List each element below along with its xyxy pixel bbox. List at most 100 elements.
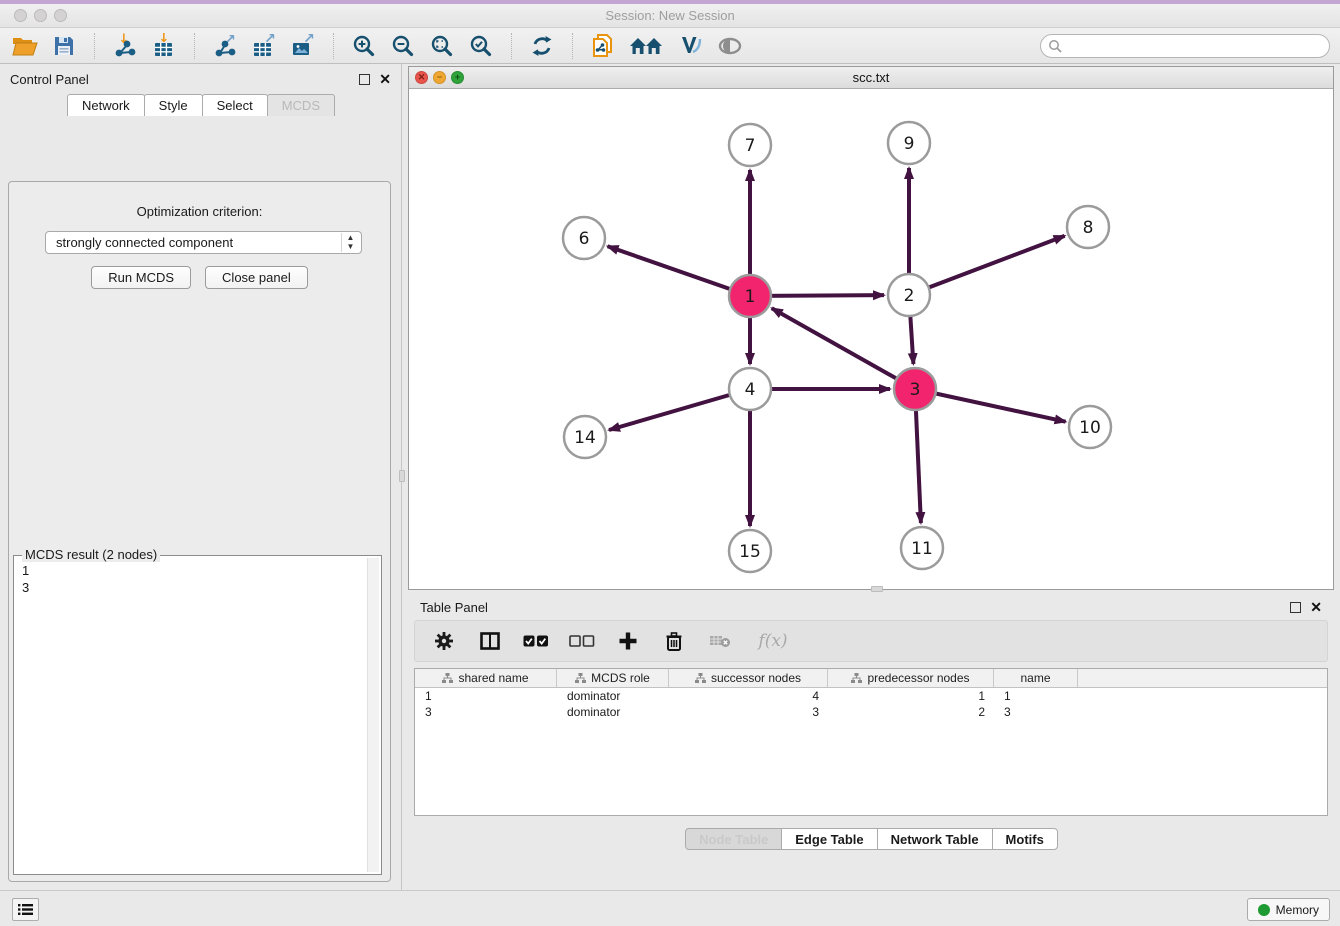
- cell-predecessor-nodes[interactable]: 1: [828, 688, 994, 704]
- tab-mcds[interactable]: MCDS: [267, 94, 335, 116]
- column-type-icon: [695, 673, 706, 683]
- gear-icon[interactable]: [431, 628, 457, 654]
- table-row[interactable]: 3 dominator 3 2 3: [415, 704, 1327, 720]
- column-header-name[interactable]: name: [994, 669, 1078, 687]
- window-titlebar[interactable]: Session: New Session: [0, 4, 1340, 28]
- import-table-icon[interactable]: ↓: [149, 32, 179, 60]
- table-panel-title: Table Panel: [420, 600, 488, 615]
- table-header-row: shared name MCDS role successor nodes pr…: [415, 669, 1327, 688]
- graph-node-8[interactable]: 8: [1067, 206, 1109, 248]
- cell-successor-nodes[interactable]: 3: [669, 704, 828, 720]
- select-stepper-icon[interactable]: ▲▼: [341, 233, 359, 252]
- optimization-criterion-label: Optimization criterion:: [9, 204, 390, 219]
- network-window-titlebar[interactable]: ✕ − + scc.txt: [409, 67, 1333, 89]
- cell-successor-nodes[interactable]: 4: [669, 688, 828, 704]
- cell-shared-name[interactable]: 3: [415, 704, 557, 720]
- graph-node-1[interactable]: 1: [729, 275, 771, 317]
- add-column-icon[interactable]: [615, 628, 641, 654]
- graph-node-14[interactable]: 14: [564, 416, 606, 458]
- graph-edge-3-1[interactable]: [772, 308, 915, 389]
- function-icon[interactable]: f(x): [753, 628, 793, 654]
- copy-network-icon[interactable]: [588, 32, 618, 60]
- main-toolbar: ↓ ↓ ↗ ↗ ↗: [0, 28, 1340, 64]
- tab-network-table[interactable]: Network Table: [877, 828, 993, 850]
- graph-node-6[interactable]: 6: [563, 217, 605, 259]
- window-title: Session: New Session: [0, 8, 1340, 23]
- network-graph[interactable]: 7 9 6 8 1 2 4 3 14 10 15 11: [409, 89, 1333, 589]
- task-history-button[interactable]: [12, 898, 39, 921]
- table-panel: Table Panel ✕ f(x): [408, 594, 1334, 890]
- graph-node-label: 7: [745, 136, 756, 156]
- column-header-shared-name[interactable]: shared name: [415, 669, 557, 687]
- deselect-all-icon[interactable]: [569, 628, 595, 654]
- graph-node-7[interactable]: 7: [729, 124, 771, 166]
- result-scrollbar[interactable]: [367, 558, 379, 872]
- float-table-panel-icon[interactable]: [1290, 602, 1301, 613]
- graph-node-label: 14: [574, 428, 596, 448]
- delete-table-icon[interactable]: [707, 628, 733, 654]
- graph-node-9[interactable]: 9: [888, 122, 930, 164]
- zoom-selected-icon[interactable]: [466, 32, 496, 60]
- control-panel: Control Panel ✕ Network Style Select MCD…: [0, 64, 402, 890]
- graph-node-2[interactable]: 2: [888, 274, 930, 316]
- run-mcds-button[interactable]: Run MCDS: [91, 266, 191, 289]
- save-session-icon[interactable]: [49, 32, 79, 60]
- close-table-panel-icon[interactable]: ✕: [1310, 600, 1322, 614]
- cell-shared-name[interactable]: 1: [415, 688, 557, 704]
- cell-mcds-role[interactable]: dominator: [557, 704, 669, 720]
- delete-column-icon[interactable]: [661, 628, 687, 654]
- graph-node-15[interactable]: 15: [729, 530, 771, 572]
- graph-edge-3-10[interactable]: [915, 389, 1066, 422]
- cell-mcds-role[interactable]: dominator: [557, 688, 669, 704]
- graph-node-3[interactable]: 3: [894, 368, 936, 410]
- memory-button[interactable]: Memory: [1247, 898, 1330, 921]
- tab-motifs[interactable]: Motifs: [992, 828, 1058, 850]
- graph-node-label: 1: [745, 287, 756, 307]
- graph-edge-1-6[interactable]: [608, 246, 750, 296]
- graph-node-10[interactable]: 10: [1069, 406, 1111, 448]
- vizmapper-icon[interactable]: [676, 32, 706, 60]
- mcds-result-text[interactable]: 1 3: [16, 558, 367, 872]
- tab-node-table[interactable]: Node Table: [685, 828, 782, 850]
- graph-node-4[interactable]: 4: [729, 368, 771, 410]
- export-network-icon[interactable]: ↗: [210, 32, 240, 60]
- column-header-mcds-role[interactable]: MCDS role: [557, 669, 669, 687]
- tab-style[interactable]: Style: [144, 94, 203, 116]
- zoom-out-icon[interactable]: [388, 32, 418, 60]
- table-row[interactable]: 1 dominator 4 1 1: [415, 688, 1327, 704]
- cell-predecessor-nodes[interactable]: 2: [828, 704, 994, 720]
- refresh-icon[interactable]: [527, 32, 557, 60]
- tab-select[interactable]: Select: [202, 94, 268, 116]
- network-canvas[interactable]: 7 9 6 8 1 2 4 3 14 10 15 11: [409, 89, 1333, 589]
- eye-icon[interactable]: [715, 32, 745, 60]
- import-network-icon[interactable]: ↓: [110, 32, 140, 60]
- column-header-successor-nodes[interactable]: successor nodes: [669, 669, 828, 687]
- control-panel-title: Control Panel: [10, 72, 89, 87]
- tab-network[interactable]: Network: [67, 94, 145, 116]
- graph-node-11[interactable]: 11: [901, 527, 943, 569]
- cell-name[interactable]: 1: [994, 688, 1078, 704]
- control-panel-tabs: Network Style Select MCDS: [0, 94, 401, 116]
- home-icon[interactable]: [627, 32, 667, 60]
- close-panel-icon[interactable]: ✕: [379, 72, 391, 86]
- column-header-predecessor-nodes[interactable]: predecessor nodes: [828, 669, 994, 687]
- open-session-icon[interactable]: [10, 32, 40, 60]
- criterion-select[interactable]: strongly connected component ▲▼: [45, 231, 362, 254]
- zoom-fit-icon[interactable]: [427, 32, 457, 60]
- float-panel-icon[interactable]: [359, 74, 370, 85]
- close-panel-button[interactable]: Close panel: [205, 266, 308, 289]
- export-table-icon[interactable]: ↗: [249, 32, 279, 60]
- columns-icon[interactable]: [477, 628, 503, 654]
- graph-node-label: 4: [745, 380, 756, 400]
- graph-edge-2-8[interactable]: [909, 236, 1065, 295]
- search-input[interactable]: [1040, 34, 1330, 58]
- zoom-in-icon[interactable]: [349, 32, 379, 60]
- list-icon: [18, 903, 33, 916]
- horizontal-splitter-handle[interactable]: [871, 586, 883, 592]
- export-image-icon[interactable]: ↗: [288, 32, 318, 60]
- cell-name[interactable]: 3: [994, 704, 1078, 720]
- select-all-icon[interactable]: [523, 628, 549, 654]
- column-type-icon: [442, 673, 453, 683]
- tab-edge-table[interactable]: Edge Table: [781, 828, 877, 850]
- vertical-splitter-handle[interactable]: [399, 470, 405, 482]
